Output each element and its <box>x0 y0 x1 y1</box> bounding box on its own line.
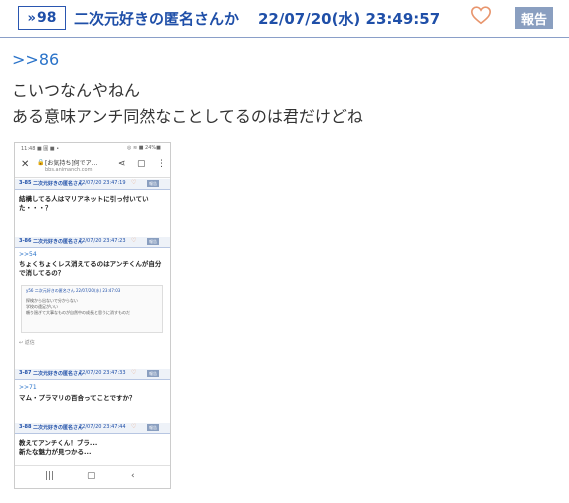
thumb-datetime: 22/07/20 23:47:23 <box>79 238 126 244</box>
browser-url-bar: ✕ 🔒 [お気持ち]何でア... bbs.animanch.com ⋖ ▢ ⋮ <box>15 155 170 178</box>
heart-icon[interactable] <box>470 4 492 26</box>
thumb-post-text: 教えてアンチくん！ブラ... 新たな魅力が見つかる... <box>19 439 97 457</box>
url-title: [お気持ち]何でア... <box>45 160 98 167</box>
heart-icon: ♡ <box>131 369 137 376</box>
reply-anchor-link[interactable]: >>86 <box>12 50 59 69</box>
thumb-poster: 二次元好きの匿名さん <box>33 425 84 431</box>
thumb-post-header: 3-87 二次元好きの匿名さん 22/07/20 23:47:33 ♡ 報告 <box>15 369 170 380</box>
post-text-line: こいつなんやねん <box>12 81 141 100</box>
thumb-reply-link: ↩ 返信 <box>19 340 35 346</box>
thumb-text-line: 結構してる人はマリアネットに引っ付いてい <box>19 195 149 203</box>
thumb-post-number: 3-86 <box>19 238 32 244</box>
thumb-datetime: 22/07/20 23:47:44 <box>79 424 126 430</box>
thumb-datetime: 22/07/20 23:47:33 <box>79 370 126 376</box>
thumb-post-text: 結構してる人はマリアネットに引っ付いてい た・・・？ <box>19 195 149 213</box>
attached-screenshot-image[interactable]: 11:48 ■ 圓 ■ • ◎ ≋ ■ 24%■ ✕ 🔒 [お気持ち]何でア..… <box>14 142 171 489</box>
thumb-anchor: >>71 <box>19 384 37 391</box>
thumb-post-header: 3-85 二次元好きの匿名さん 22/07/20 23:47:19 ♡ 報告 <box>15 179 170 190</box>
thumb-text-line: ちょくちょくレス消えてるのはアンチくんが自分 <box>19 260 162 268</box>
android-nav-bar: ||| ▢ ‹ <box>15 465 170 488</box>
status-bar: 11:48 ■ 圓 ■ • ◎ ≋ ■ 24%■ <box>15 143 170 153</box>
thumb-report: 報告 <box>147 424 159 431</box>
thumb-post-number: 3-87 <box>19 370 32 376</box>
heart-icon: ♡ <box>131 179 137 186</box>
status-time: 11:48 ■ 圓 ■ • <box>21 146 60 152</box>
thumb-report: 報告 <box>147 370 159 377</box>
post-number: 98 <box>36 10 57 26</box>
double-chevron-icon: » <box>27 10 37 26</box>
thumb-text-line: マム・プラマリの百合ってことですか？ <box>19 394 136 402</box>
thumb-report: 報告 <box>147 180 159 187</box>
post-text-line: ある意味アンチ同然なことしてるのは君だけどね <box>12 107 363 126</box>
share-icon: ⋖ <box>118 159 126 169</box>
post-header: » 98 二次元好きの匿名さんか 22/07/20(水) 23:49:57 報告 <box>0 0 569 38</box>
close-icon: ✕ <box>21 159 30 170</box>
post-datetime: 22/07/20(水) 23:49:57 <box>258 10 441 28</box>
thumb-poster: 二次元好きの匿名さん <box>33 371 84 377</box>
report-button[interactable]: 報告 <box>515 7 553 29</box>
post-number-button[interactable]: » 98 <box>18 6 66 30</box>
thumb-poster: 二次元好きの匿名さん <box>33 181 84 187</box>
menu-icon: ⋮ <box>157 159 166 169</box>
thumb-text-line: で消してるの？ <box>19 269 65 277</box>
thumb-post-text: マム・プラマリの百合ってことですか？ <box>19 394 135 403</box>
thumb-text-line: 新たな魅力が見つかる... <box>19 448 92 456</box>
thumb-datetime: 22/07/20 23:47:19 <box>79 180 126 186</box>
lock-icon: 🔒 <box>37 159 45 166</box>
thumb-anchor: >>54 <box>19 251 37 258</box>
poster-name: 二次元好きの匿名さんか <box>74 10 240 28</box>
thumb-reply-label: 返信 <box>24 340 35 346</box>
url-domain: bbs.animanch.com <box>45 167 93 173</box>
thumb-post-text: ちょくちょくレス消えてるのはアンチくんが自分 で消してるの？ <box>19 260 161 278</box>
thumb-quote-body: 探検から出ないで分からない 学校の遠足がいい 頼り過ぎて大事なものが自然中の成長… <box>26 298 130 316</box>
thumb-post-header: 3-88 二次元好きの匿名さん 22/07/20 23:47:44 ♡ 報告 <box>15 423 170 434</box>
heart-icon: ♡ <box>131 237 137 244</box>
thumb-quote-header: y56 二次元好きの匿名さん 22/07/20(水) 23:47:03 <box>26 288 121 293</box>
home-icon: ▢ <box>87 471 96 481</box>
thumb-post-number: 3-88 <box>19 424 32 430</box>
thumb-post-number: 3-85 <box>19 180 32 186</box>
thumb-quote-box: y56 二次元好きの匿名さん 22/07/20(水) 23:47:03 探検から… <box>21 285 163 333</box>
thumb-text-line: た・・・？ <box>19 204 52 212</box>
heart-icon: ♡ <box>131 423 137 430</box>
post-98: » 98 二次元好きの匿名さんか 22/07/20(水) 23:49:57 報告… <box>0 0 569 503</box>
thumb-text-line: 教えてアンチくん！ブラ... <box>19 439 98 447</box>
thumb-report: 報告 <box>147 238 159 245</box>
thumb-quote-line: 頼り過ぎて大事なものが自然中の成長と思うに消すものだ <box>26 310 130 315</box>
recent-apps-icon: ||| <box>45 471 55 481</box>
status-battery: ◎ ≋ ■ 24%■ <box>127 145 161 151</box>
thumb-poster: 二次元好きの匿名さん <box>33 239 84 245</box>
bookmark-icon: ▢ <box>137 159 146 169</box>
thumb-post-header: 3-86 二次元好きの匿名さん 22/07/20 23:47:23 ♡ 報告 <box>15 237 170 248</box>
back-icon: ‹ <box>131 471 135 481</box>
